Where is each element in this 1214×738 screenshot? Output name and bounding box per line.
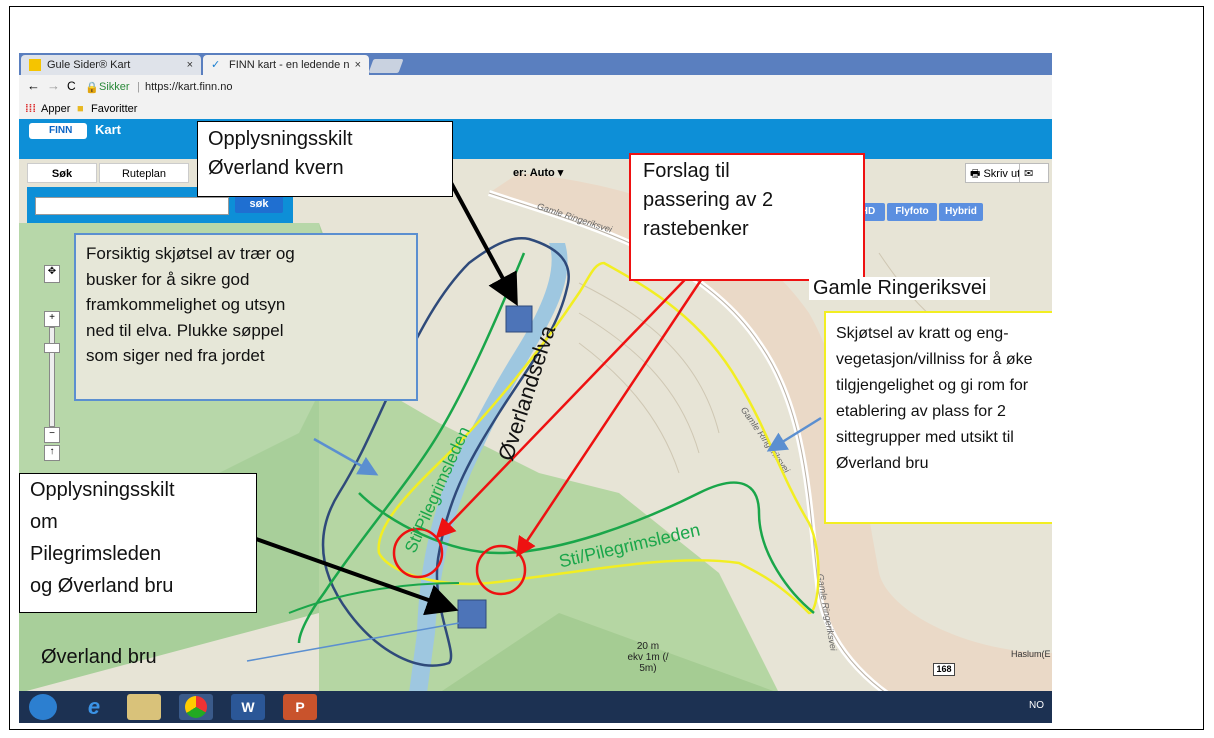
slide-frame: Gamle Ringeriksvei Gamle Ringeriksvei Ga… <box>9 6 1204 730</box>
callout-pilgrim-sign: Opplysningsskilt om Pilegrimsleden og Øv… <box>19 473 257 613</box>
sign-marker <box>505 305 533 333</box>
road-label-large: Gamle Ringeriksvei <box>809 277 991 300</box>
pointer-arrow <box>435 262 702 539</box>
pointer-line <box>246 622 460 662</box>
bridge-label: Øverland bru <box>41 646 157 668</box>
callout-vegetation-care: Forsiktig skjøtsel av trær og busker for… <box>74 233 418 401</box>
callout-benches: Forslag til passering av 2 rastebenker <box>629 153 865 281</box>
pointer-arrow <box>766 416 822 452</box>
callout-clearing: Skjøtsel av kratt og eng- vegetasjon/vil… <box>824 311 1052 524</box>
pointer-arrow <box>447 178 518 307</box>
callout-mill-sign: Opplysningsskilt Øverland kvern <box>197 121 453 197</box>
sign-marker <box>457 599 487 629</box>
screenshot: Gamle Ringeriksvei Gamle Ringeriksvei Ga… <box>19 53 1052 723</box>
pointer-arrow <box>516 267 711 558</box>
